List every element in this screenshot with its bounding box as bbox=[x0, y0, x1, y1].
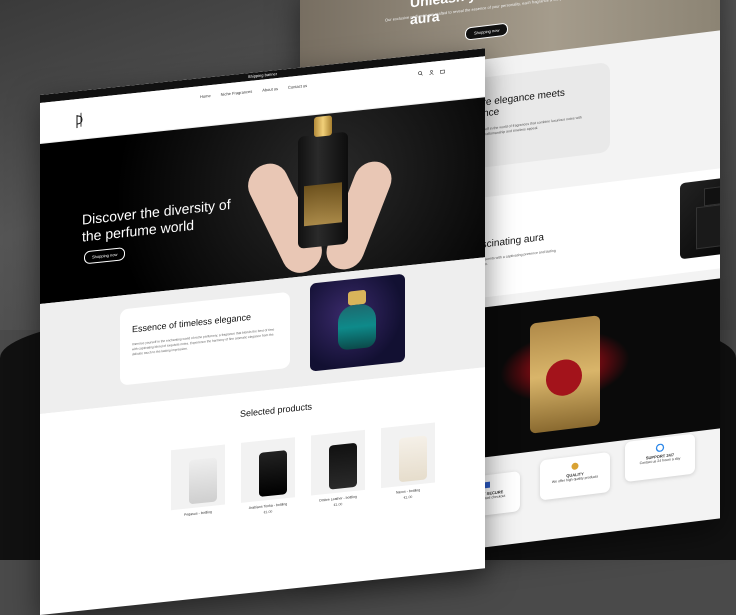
cart-icon[interactable] bbox=[440, 68, 445, 74]
menu-item[interactable]: Niche Fragrances bbox=[221, 89, 253, 97]
gold-neck bbox=[314, 115, 332, 138]
bottle-shape bbox=[329, 442, 357, 490]
product-card[interactable]: Pegasus - bottling bbox=[165, 437, 231, 535]
feature-support: SUPPORT 24/7 Contact us 24 hours a day bbox=[625, 433, 695, 483]
bottle-shape bbox=[399, 435, 427, 483]
headset-icon bbox=[655, 443, 665, 452]
selected-title: Selected products bbox=[240, 401, 313, 419]
bottle-cap bbox=[348, 289, 366, 306]
medal-icon bbox=[571, 462, 579, 470]
search-icon[interactable] bbox=[418, 71, 423, 77]
bottle-body bbox=[338, 302, 376, 351]
product-image bbox=[171, 444, 225, 511]
front-page: Shipping banner Home Niche Fragrances Ab… bbox=[40, 48, 485, 615]
dark-bottle-image bbox=[680, 173, 720, 260]
teal-bottle-image bbox=[310, 273, 405, 372]
user-icon[interactable] bbox=[429, 70, 434, 76]
product-card[interactable]: Arabians Tonka - bottling €1.00 bbox=[235, 430, 301, 528]
product-card[interactable]: Naxos - bottling €1.00 bbox=[375, 415, 441, 513]
bottle-shape bbox=[259, 450, 287, 497]
essence-card: Essence of timeless elegance Immerse you… bbox=[120, 291, 290, 386]
bottle-shape bbox=[189, 457, 217, 505]
bottle-label bbox=[304, 182, 342, 227]
product-image bbox=[241, 437, 295, 503]
product-card[interactable]: Ombre Leather - bottling €1.00 bbox=[305, 423, 371, 521]
product-image bbox=[381, 422, 435, 489]
nav-icons bbox=[418, 68, 445, 76]
gold-bottle-image bbox=[530, 315, 600, 434]
hero-shop-button[interactable]: Shopping now bbox=[84, 247, 126, 265]
product-image bbox=[311, 429, 365, 496]
black-perfume-bottle bbox=[298, 115, 348, 249]
menu-item[interactable]: About us bbox=[262, 86, 278, 93]
feature-quality: QUALITY We offer high quality products bbox=[540, 451, 610, 501]
hero-title: Discover the diversity of the perfume wo… bbox=[82, 195, 231, 245]
back-hero-button[interactable]: Shopping now bbox=[465, 22, 509, 41]
brand-logo-icon[interactable] bbox=[74, 112, 84, 129]
menu-item[interactable]: Contact us bbox=[288, 83, 307, 90]
wax-seal bbox=[546, 357, 582, 398]
menu-item[interactable]: Home bbox=[200, 93, 211, 99]
bottle-cap bbox=[704, 184, 720, 207]
bottle-body bbox=[696, 201, 720, 250]
main-menu: Home Niche Fragrances About us Contact u… bbox=[200, 83, 307, 99]
